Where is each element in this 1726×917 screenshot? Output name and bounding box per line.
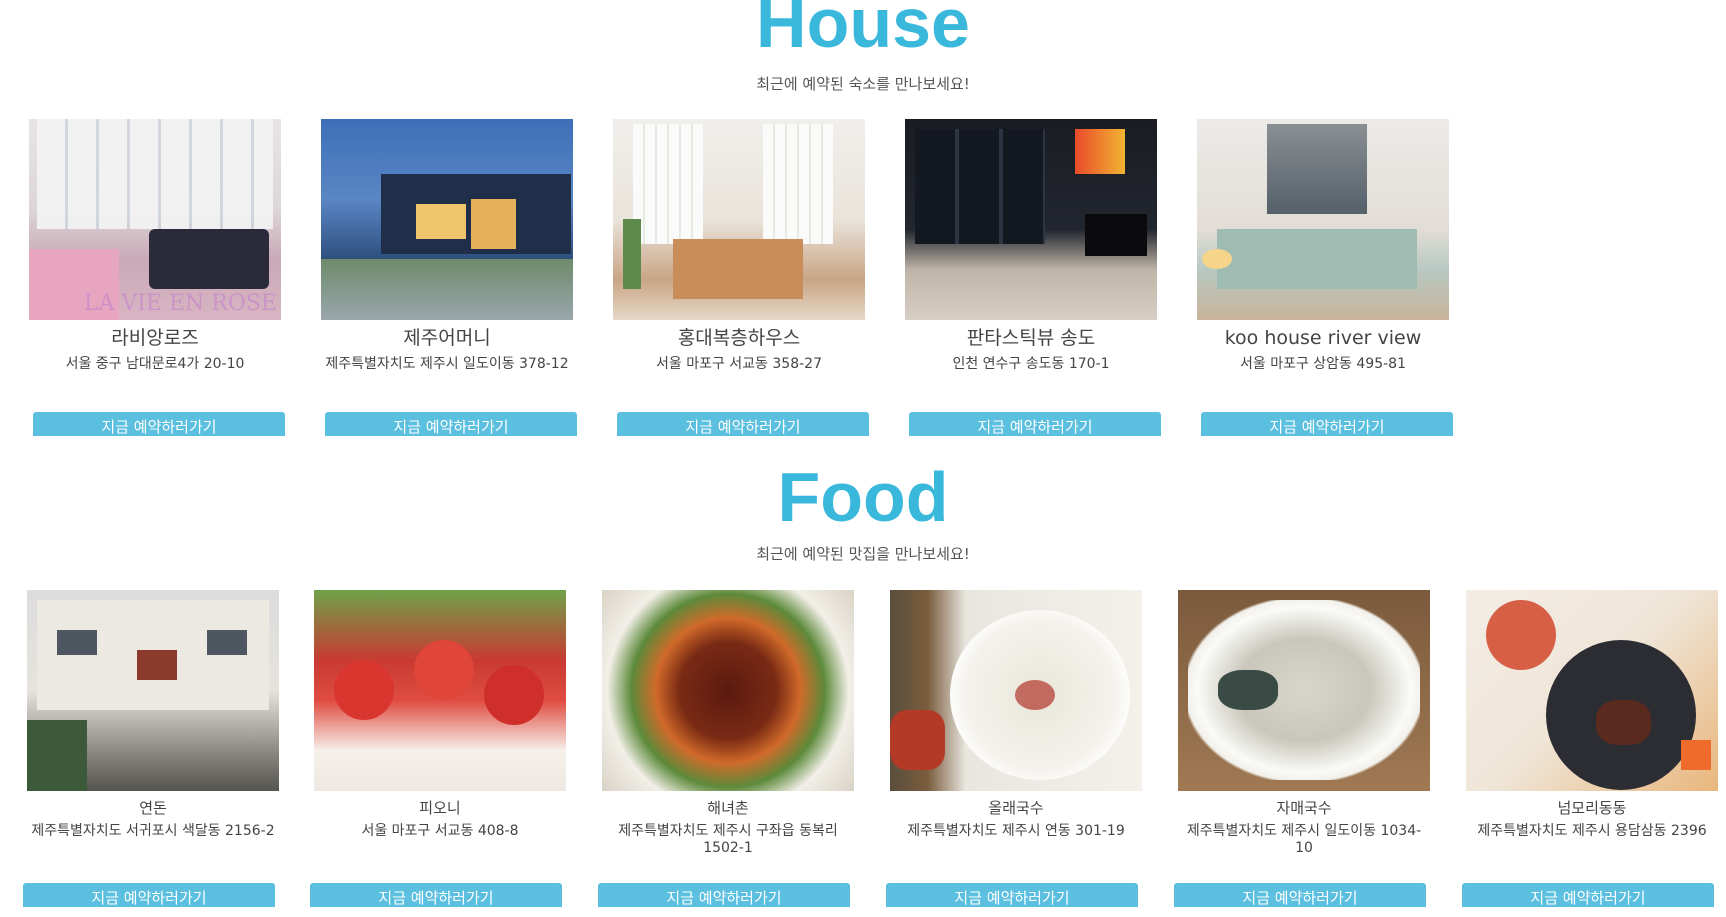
restaurant-address: 제주특별자치도 서귀포시 색달동 2156-2 bbox=[31, 823, 275, 839]
house-card: 판타스틱뷰 송도 인천 연수구 송도동 170-1 지금 예약하러가기 bbox=[905, 119, 1161, 436]
reserve-button[interactable]: 지금 예약하러가기 bbox=[325, 412, 577, 436]
house-card: 홍대복층하우스 서울 마포구 서교동 358-27 지금 예약하러가기 bbox=[613, 119, 869, 436]
pork-noodle-soup-photo[interactable] bbox=[1178, 590, 1430, 791]
restaurant-name[interactable]: 피오니 bbox=[314, 799, 566, 817]
food-card: 넘모리동동 제주특별자치도 제주시 용담삼동 2396 지금 예약하러가기 bbox=[1462, 590, 1718, 907]
house-card: 제주어머니 제주특별자치도 제주시 일도이동 378-12 지금 예약하러가기 bbox=[321, 119, 577, 436]
house-address: 서울 중구 남대문로4가 20-10 bbox=[65, 356, 245, 372]
food-section-subtitle: 최근에 예약된 맛집을 만나보세요! bbox=[756, 545, 970, 563]
river-view-bedroom-photo[interactable] bbox=[1197, 119, 1449, 320]
house-section-subtitle: 최근에 예약된 숙소를 만나보세요! bbox=[756, 75, 970, 93]
steak-plate-photo[interactable] bbox=[1466, 590, 1718, 791]
restaurant-address: 제주특별자치도 제주시 연동 301-19 bbox=[907, 823, 1125, 839]
reserve-button[interactable]: 지금 예약하러가기 bbox=[598, 883, 850, 907]
reserve-button[interactable]: 지금 예약하러가기 bbox=[23, 883, 275, 907]
restaurant-name[interactable]: 올래국수 bbox=[890, 799, 1142, 817]
house-card: koo house river view 서울 마포구 상암동 495-81 지… bbox=[1197, 119, 1453, 436]
house-address: 서울 마포구 상암동 495-81 bbox=[1240, 356, 1406, 372]
reserve-button[interactable]: 지금 예약하러가기 bbox=[1174, 883, 1426, 907]
house-address: 인천 연수구 송도동 170-1 bbox=[952, 356, 1110, 372]
house-address: 제주특별자치도 제주시 일도이동 378-12 bbox=[325, 356, 569, 372]
house-name[interactable]: 제주어머니 bbox=[321, 326, 573, 350]
restaurant-name[interactable]: 넘모리동동 bbox=[1466, 799, 1718, 817]
house-card: LA VIE EN ROSE 라비앙로즈 서울 중구 남대문로4가 20-10 … bbox=[29, 119, 285, 436]
strawberry-cake-photo[interactable] bbox=[314, 590, 566, 791]
reserve-button[interactable]: 지금 예약하러가기 bbox=[1201, 412, 1453, 436]
house-name[interactable]: 판타스틱뷰 송도 bbox=[905, 326, 1157, 350]
restaurant-name[interactable]: 연돈 bbox=[27, 799, 279, 817]
food-card: 피오니 서울 마포구 서교동 408-8 지금 예약하러가기 bbox=[310, 590, 566, 907]
night-view-bedroom-photo[interactable] bbox=[905, 119, 1157, 320]
house-name[interactable]: 홍대복층하우스 bbox=[613, 326, 865, 350]
reserve-button[interactable]: 지금 예약하러가기 bbox=[886, 883, 1138, 907]
restaurant-building-photo[interactable] bbox=[27, 590, 279, 791]
house-section-title: House bbox=[756, 0, 970, 62]
restaurant-name[interactable]: 해녀촌 bbox=[602, 799, 854, 817]
food-section-title: Food bbox=[777, 458, 949, 536]
food-card: 해녀촌 제주특별자치도 제주시 구좌읍 동복리 1502-1 지금 예약하러가기 bbox=[598, 590, 854, 907]
house-address: 서울 마포구 서교동 358-27 bbox=[656, 356, 822, 372]
reserve-button[interactable]: 지금 예약하러가기 bbox=[1462, 883, 1714, 907]
restaurant-name[interactable]: 자매국수 bbox=[1178, 799, 1430, 817]
food-card: 연돈 제주특별자치도 서귀포시 색달동 2156-2 지금 예약하러가기 bbox=[23, 590, 279, 907]
food-card: 올래국수 제주특별자치도 제주시 연동 301-19 지금 예약하러가기 bbox=[886, 590, 1142, 907]
restaurant-address: 제주특별자치도 제주시 일도이동 1034-10 bbox=[1186, 823, 1422, 856]
bedroom-photo[interactable] bbox=[613, 119, 865, 320]
reserve-button[interactable]: 지금 예약하러가기 bbox=[310, 883, 562, 907]
reserve-button[interactable]: 지금 예약하러가기 bbox=[33, 412, 285, 436]
restaurant-address: 제주특별자치도 제주시 구좌읍 동복리 1502-1 bbox=[618, 823, 838, 856]
reserve-button[interactable]: 지금 예약하러가기 bbox=[617, 412, 869, 436]
restaurant-address: 서울 마포구 서교동 408-8 bbox=[361, 823, 519, 839]
house-name[interactable]: koo house river view bbox=[1197, 326, 1449, 350]
photo-watermark: LA VIE EN ROSE bbox=[83, 291, 277, 316]
house-exterior-photo[interactable] bbox=[321, 119, 573, 320]
food-card: 자매국수 제주특별자치도 제주시 일도이동 1034-10 지금 예약하러가기 bbox=[1174, 590, 1430, 907]
spicy-noodles-photo[interactable] bbox=[602, 590, 854, 791]
reserve-button[interactable]: 지금 예약하러가기 bbox=[909, 412, 1161, 436]
noodle-soup-photo[interactable] bbox=[890, 590, 1142, 791]
house-name[interactable]: 라비앙로즈 bbox=[29, 326, 281, 350]
bedroom-photo[interactable]: LA VIE EN ROSE bbox=[29, 119, 281, 320]
restaurant-address: 제주특별자치도 제주시 용담삼동 2396 bbox=[1477, 823, 1707, 839]
